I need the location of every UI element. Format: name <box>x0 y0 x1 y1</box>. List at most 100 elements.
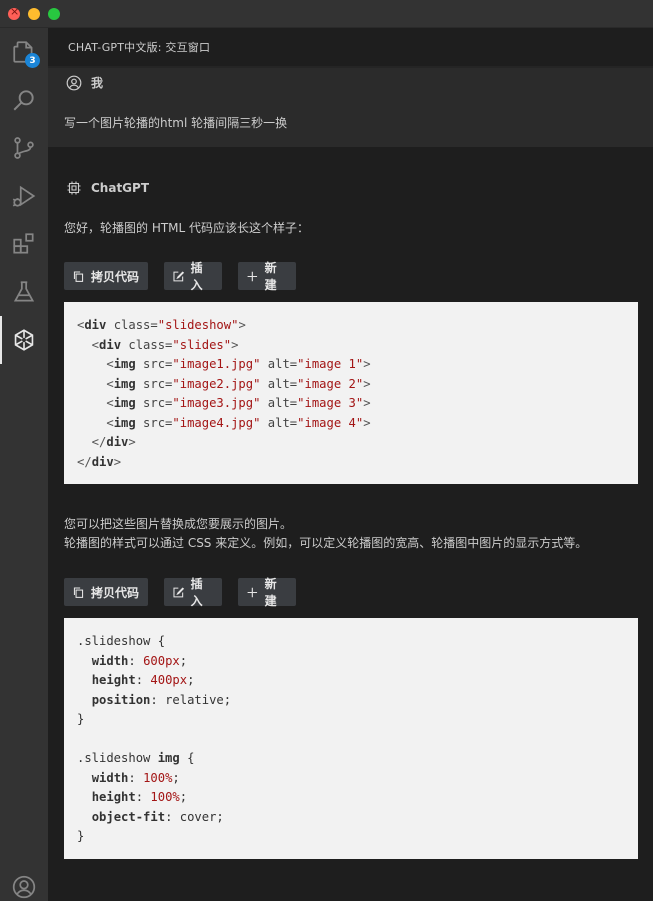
chat-panel: CHAT-GPT中文版: 交互窗口 我 写一个图片轮播的html 轮播间隔三秒一… <box>48 28 653 901</box>
code-token: src= <box>135 376 173 391</box>
css-code-block[interactable]: .slideshow { width: 600px; height: 400px… <box>64 618 638 859</box>
copy-icon <box>73 271 84 282</box>
code-line: height: 400px; <box>77 671 625 691</box>
close-window-button[interactable] <box>8 5 20 20</box>
code-token: < <box>77 376 114 391</box>
explorer-badge: 3 <box>25 53 40 68</box>
code-token: alt= <box>260 415 298 430</box>
code-token: : relative; <box>150 692 232 707</box>
bot-name: ChatGPT <box>91 181 150 195</box>
testing-icon <box>13 281 35 302</box>
code-token: </ <box>77 454 92 469</box>
insert-label: 插入 <box>190 577 203 608</box>
bot-explanation: 您可以把这些图片替换成您要展示的图片。 轮播图的样式可以通过 CSS 来定义。例… <box>64 515 587 553</box>
html-code-block[interactable]: <div class="slideshow"> <div class="slid… <box>64 302 638 484</box>
code-token: : <box>128 653 144 668</box>
code-token: < <box>77 357 114 371</box>
code-token: height <box>91 790 136 804</box>
code-token: : cover; <box>165 809 224 824</box>
code-token: .slideshow <box>77 751 158 765</box>
chatgpt-icon <box>14 329 34 351</box>
code-line: .slideshow img { <box>77 749 625 769</box>
code-token: div <box>84 318 107 332</box>
code-token: "image1.jpg" <box>172 357 261 371</box>
copy-icon <box>73 587 84 598</box>
bot-intro: 您好，轮播图的 HTML 代码应该长这个样子： <box>64 221 310 235</box>
code-line: height: 100%; <box>77 788 625 808</box>
account-icon <box>12 875 36 899</box>
code-line: width: 600px; <box>77 652 625 672</box>
search-button[interactable] <box>0 76 48 124</box>
code-token: > <box>231 337 239 352</box>
code-line: position: relative; <box>77 691 625 711</box>
code-token: "image3.jpg" <box>172 396 261 410</box>
code-token: "slideshow" <box>157 318 239 332</box>
copy-code-label: 拷贝代码 <box>91 269 140 284</box>
code-token: "slides" <box>172 337 232 352</box>
code-token: img <box>157 751 180 765</box>
code-token: < <box>77 337 100 352</box>
code-line: object-fit: cover; <box>77 808 625 828</box>
extensions-button[interactable] <box>0 220 48 268</box>
search-icon <box>13 90 34 111</box>
code-token: > <box>113 454 122 469</box>
copy-code-button[interactable]: 拷贝代码 <box>64 578 148 606</box>
code-token: } <box>77 712 85 726</box>
code-token: "image 2" <box>297 376 364 391</box>
code-token: class= <box>121 337 173 352</box>
account-button[interactable] <box>0 863 48 901</box>
user-message: 写一个图片轮播的html 轮播间隔三秒一换 <box>64 116 288 130</box>
code-token: height <box>91 673 136 687</box>
code-actions-1: 拷贝代码 插入 新建 <box>64 261 296 292</box>
user-name: 我 <box>91 76 104 90</box>
copy-code-label: 拷贝代码 <box>91 585 140 600</box>
plus-icon <box>247 587 258 597</box>
insert-button[interactable]: 插入 <box>164 577 222 608</box>
code-token: > <box>363 415 371 430</box>
code-token: img <box>113 357 136 371</box>
new-button[interactable]: 新建 <box>238 261 296 292</box>
code-token: 100% <box>150 790 180 804</box>
code-token: > <box>363 396 371 410</box>
code-line: } <box>77 710 625 730</box>
new-button[interactable]: 新建 <box>238 577 296 608</box>
code-token: > <box>128 435 136 449</box>
source-control-icon <box>14 137 34 159</box>
code-token: 600px <box>143 653 180 668</box>
chip-icon <box>67 181 81 195</box>
explanation-line-2: 轮播图的样式可以通过 CSS 来定义。例如，可以定义轮播图的宽高、轮播图中图片的… <box>64 536 588 550</box>
explorer-button[interactable]: 3 <box>0 28 48 76</box>
source-control-button[interactable] <box>0 124 48 172</box>
chatgpt-button[interactable] <box>0 316 48 364</box>
code-token: "image 4" <box>297 415 364 430</box>
code-line: <div class="slideshow"> <box>77 316 625 336</box>
code-line: } <box>77 827 625 847</box>
code-token: div <box>99 337 122 352</box>
code-line: .slideshow { <box>77 632 625 652</box>
code-token: : <box>128 770 144 785</box>
minimize-window-button[interactable] <box>28 8 40 20</box>
edit-icon <box>173 586 185 597</box>
copy-code-button[interactable]: 拷贝代码 <box>64 262 148 290</box>
insert-button[interactable]: 插入 <box>164 261 222 292</box>
testing-button[interactable] <box>0 268 48 316</box>
run-debug-icon <box>12 185 36 207</box>
code-line: <img src="image2.jpg" alt="image 2"> <box>77 375 625 395</box>
code-token: "image4.jpg" <box>172 415 261 430</box>
run-debug-button[interactable] <box>0 172 48 220</box>
code-token: width <box>91 653 129 668</box>
extensions-icon <box>13 233 34 254</box>
code-line: </div> <box>77 453 625 473</box>
code-token: 400px <box>150 673 188 687</box>
code-token: ; <box>172 770 180 785</box>
maximize-window-button[interactable] <box>48 8 60 20</box>
code-token: </ <box>77 435 107 449</box>
code-token: .slideshow { <box>77 634 166 648</box>
code-token: img <box>113 396 136 410</box>
code-token: alt= <box>260 357 298 371</box>
